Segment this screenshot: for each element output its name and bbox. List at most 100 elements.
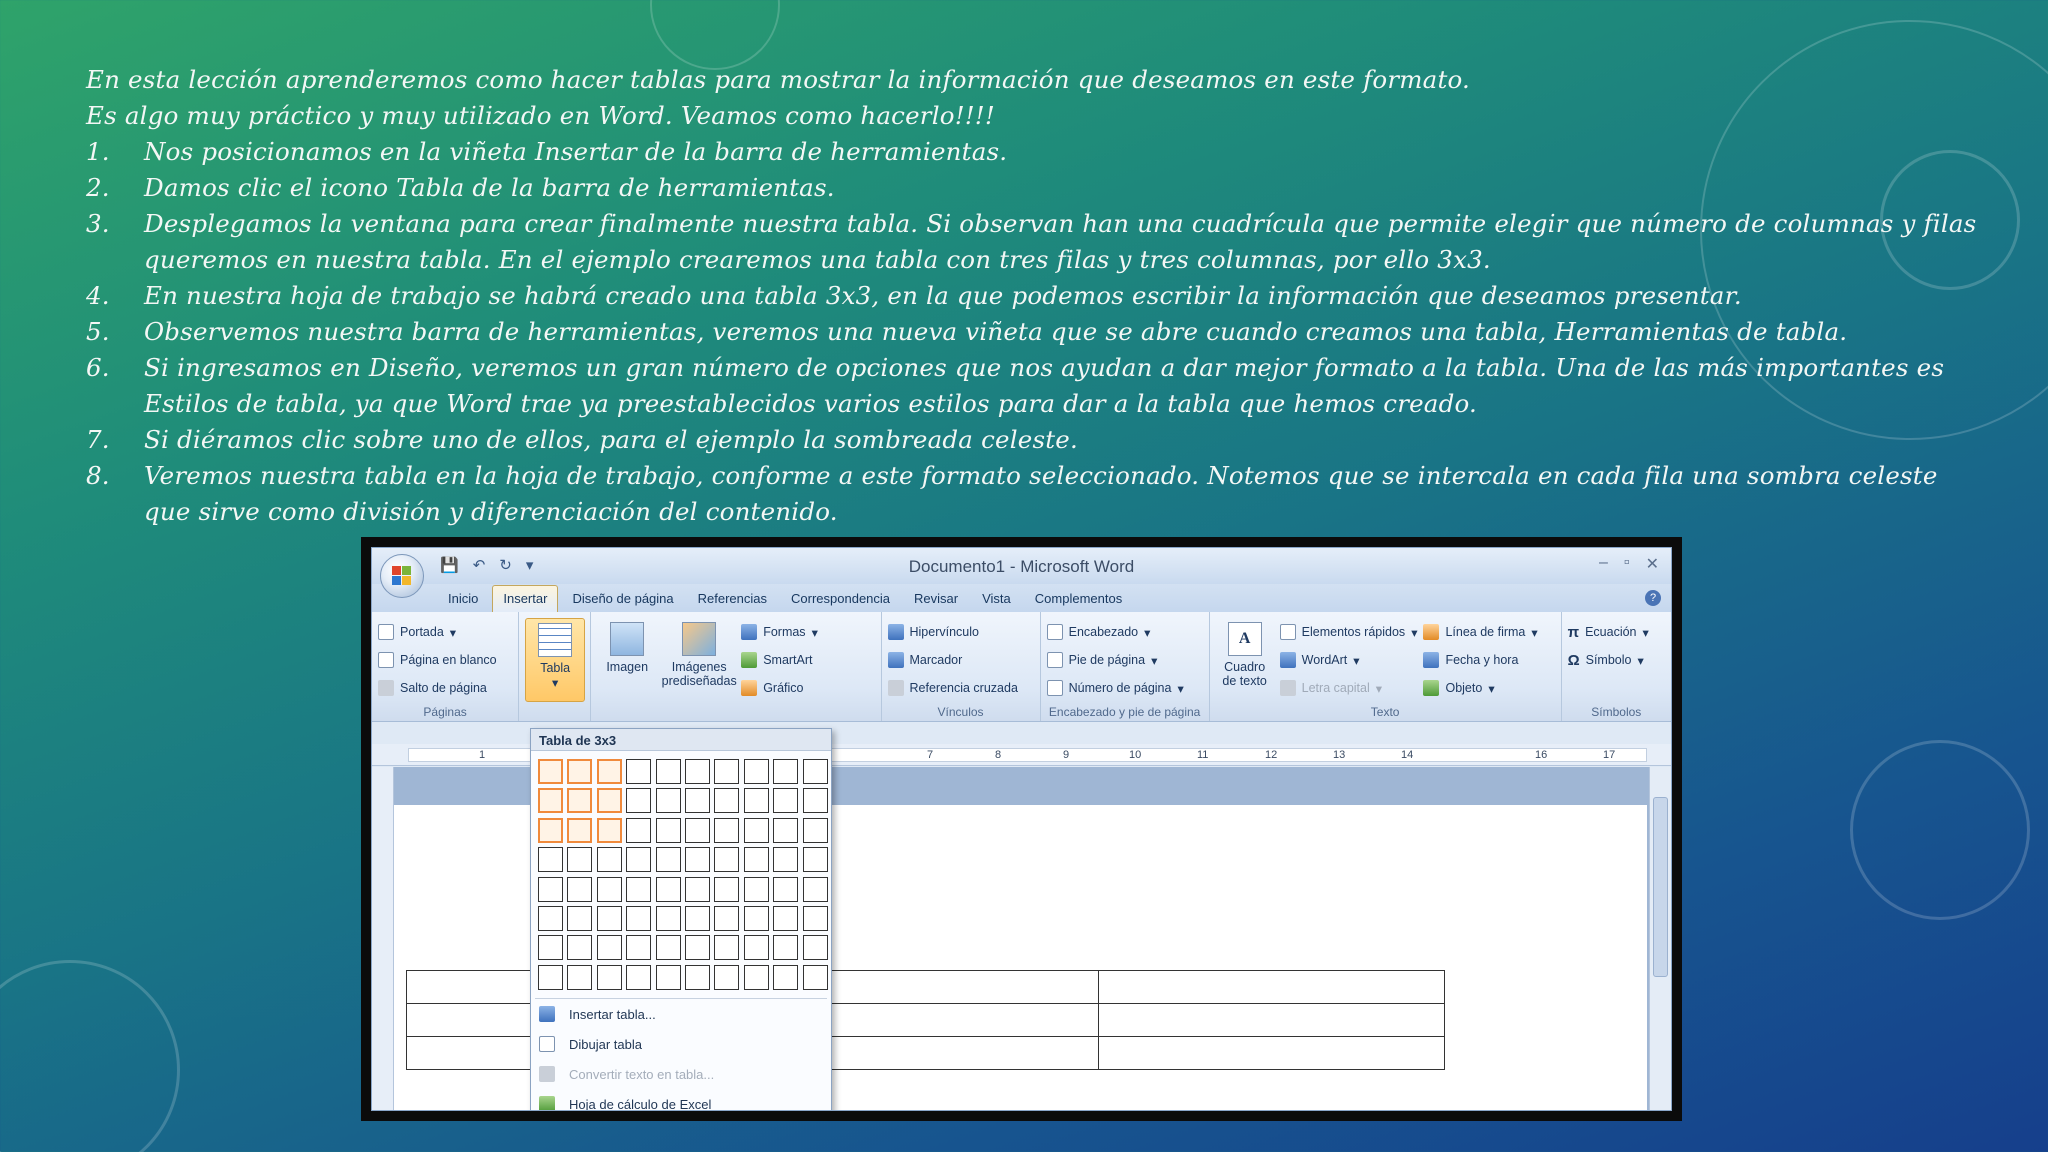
tab-inicio[interactable]: Inicio bbox=[438, 586, 488, 612]
close-icon[interactable]: ✕ bbox=[1646, 554, 1659, 574]
hipervinculo-button[interactable]: Hipervínculo bbox=[887, 618, 1034, 646]
formas-button[interactable]: Formas ▾ bbox=[741, 618, 818, 646]
grid-cell[interactable] bbox=[567, 759, 593, 784]
grid-cell[interactable] bbox=[538, 905, 563, 931]
grid-cell[interactable] bbox=[773, 905, 799, 931]
grid-cell[interactable] bbox=[596, 935, 622, 961]
grid-cell[interactable] bbox=[567, 964, 593, 990]
grid-cell[interactable] bbox=[802, 759, 828, 784]
grid-cell[interactable] bbox=[626, 905, 652, 931]
grid-cell[interactable] bbox=[567, 788, 593, 814]
vertical-scrollbar[interactable] bbox=[1649, 767, 1671, 1110]
grid-cell[interactable] bbox=[626, 847, 652, 873]
table-cell[interactable] bbox=[1098, 970, 1445, 1004]
grid-cell[interactable] bbox=[802, 847, 828, 873]
grid-cell[interactable] bbox=[655, 817, 681, 843]
tab-revisar[interactable]: Revisar bbox=[904, 586, 968, 612]
pie-de-pagina-button[interactable]: Pie de página ▾ bbox=[1046, 646, 1203, 674]
imagenes-prediseñadas-button[interactable]: Imágenes prediseñadas bbox=[662, 618, 737, 702]
grid-cell[interactable] bbox=[714, 788, 740, 814]
grid-cell[interactable] bbox=[655, 788, 681, 814]
grid-cell[interactable] bbox=[802, 905, 828, 931]
tab-vista[interactable]: Vista bbox=[972, 586, 1021, 612]
grid-cell[interactable] bbox=[538, 847, 563, 873]
pagina-en-blanco-button[interactable]: Página en blanco bbox=[378, 646, 512, 674]
grid-cell[interactable] bbox=[684, 876, 710, 902]
grid-cell[interactable] bbox=[802, 788, 828, 814]
grid-cell[interactable] bbox=[802, 964, 828, 990]
grid-cell[interactable] bbox=[773, 788, 799, 814]
grafico-button[interactable]: Gráfico bbox=[741, 674, 818, 702]
grid-cell[interactable] bbox=[714, 905, 740, 931]
grid-cell[interactable] bbox=[773, 935, 799, 961]
table-cell[interactable] bbox=[1098, 1036, 1445, 1070]
minimize-icon[interactable]: – bbox=[1599, 554, 1608, 574]
grid-cell[interactable] bbox=[655, 905, 681, 931]
grid-cell[interactable] bbox=[538, 935, 563, 961]
grid-cell[interactable] bbox=[655, 759, 681, 784]
tab-correspondencia[interactable]: Correspondencia bbox=[781, 586, 900, 612]
fecha-y-hora-button[interactable]: Fecha y hora bbox=[1423, 646, 1537, 674]
grid-cell[interactable] bbox=[714, 964, 740, 990]
grid-cell[interactable] bbox=[567, 876, 593, 902]
grid-cell[interactable] bbox=[655, 964, 681, 990]
smartart-button[interactable]: SmartArt bbox=[741, 646, 818, 674]
grid-cell[interactable] bbox=[567, 935, 593, 961]
marcador-button[interactable]: Marcador bbox=[887, 646, 1034, 674]
numero-de-pagina-button[interactable]: Número de página ▾ bbox=[1046, 674, 1203, 702]
grid-cell[interactable] bbox=[626, 964, 652, 990]
grid-cell[interactable] bbox=[714, 759, 740, 784]
grid-cell[interactable] bbox=[743, 876, 769, 902]
grid-cell[interactable] bbox=[743, 847, 769, 873]
grid-cell[interactable] bbox=[684, 905, 710, 931]
grid-cell[interactable] bbox=[626, 935, 652, 961]
grid-cell[interactable] bbox=[773, 964, 799, 990]
grid-cell[interactable] bbox=[714, 935, 740, 961]
grid-cell[interactable] bbox=[802, 876, 828, 902]
grid-cell[interactable] bbox=[626, 759, 652, 784]
cuadro-de-texto-button[interactable]: A Cuadro de texto bbox=[1216, 618, 1274, 702]
portada-button[interactable]: Portada ▾ bbox=[378, 618, 512, 646]
grid-cell[interactable] bbox=[773, 876, 799, 902]
imagen-button[interactable]: Imagen bbox=[597, 618, 657, 702]
grid-cell[interactable] bbox=[743, 788, 769, 814]
grid-cell[interactable] bbox=[567, 817, 593, 843]
salto-de-pagina-button[interactable]: Salto de página bbox=[378, 674, 512, 702]
tab-referencias[interactable]: Referencias bbox=[688, 586, 777, 612]
tabla-button[interactable]: Tabla ▾ bbox=[525, 618, 586, 702]
grid-cell[interactable] bbox=[743, 964, 769, 990]
grid-cell[interactable] bbox=[596, 964, 622, 990]
grid-cell[interactable] bbox=[714, 817, 740, 843]
grid-cell[interactable] bbox=[596, 788, 622, 814]
help-icon[interactable]: ? bbox=[1645, 590, 1661, 606]
grid-cell[interactable] bbox=[655, 935, 681, 961]
tab-insertar[interactable]: Insertar bbox=[492, 585, 559, 612]
grid-cell[interactable] bbox=[743, 817, 769, 843]
wordart-button[interactable]: WordArt ▾ bbox=[1279, 646, 1418, 674]
grid-cell[interactable] bbox=[684, 964, 710, 990]
grid-cell[interactable] bbox=[684, 847, 710, 873]
ecuacion-button[interactable]: π Ecuación ▾ bbox=[1568, 618, 1665, 646]
letra-capital-button[interactable]: Letra capital ▾ bbox=[1279, 674, 1418, 702]
grid-cell[interactable] bbox=[773, 847, 799, 873]
encabezado-button[interactable]: Encabezado ▾ bbox=[1046, 618, 1203, 646]
insertar-tabla-item[interactable]: Insertar tabla... bbox=[531, 999, 831, 1029]
grid-cell[interactable] bbox=[655, 876, 681, 902]
grid-cell[interactable] bbox=[567, 905, 593, 931]
grid-cell[interactable] bbox=[538, 964, 563, 990]
tab-diseno-pagina[interactable]: Diseño de página bbox=[562, 586, 683, 612]
grid-cell[interactable] bbox=[714, 876, 740, 902]
tab-complementos[interactable]: Complementos bbox=[1025, 586, 1132, 612]
grid-cell[interactable] bbox=[538, 759, 563, 784]
grid-cell[interactable] bbox=[596, 905, 622, 931]
grid-cell[interactable] bbox=[684, 759, 710, 784]
grid-cell[interactable] bbox=[626, 876, 652, 902]
maximize-icon[interactable]: ▫ bbox=[1624, 554, 1630, 574]
table-cell[interactable] bbox=[1098, 1003, 1445, 1037]
dibujar-tabla-item[interactable]: Dibujar tabla bbox=[531, 1029, 831, 1059]
elementos-rapidos-button[interactable]: Elementos rápidos ▾ bbox=[1279, 618, 1417, 646]
grid-cell[interactable] bbox=[596, 847, 622, 873]
simbolo-button[interactable]: Ω Símbolo ▾ bbox=[1568, 646, 1665, 674]
hoja-excel-item[interactable]: Hoja de cálculo de Excel bbox=[531, 1089, 831, 1110]
grid-cell[interactable] bbox=[596, 817, 622, 843]
